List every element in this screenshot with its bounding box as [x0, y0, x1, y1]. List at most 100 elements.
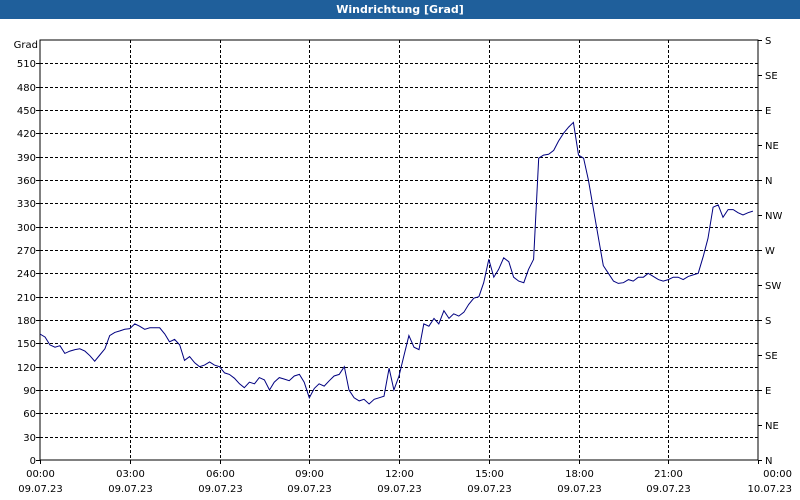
- data-points: [39, 121, 754, 405]
- data-point: [278, 376, 280, 378]
- data-point: [208, 361, 210, 363]
- y-tick-label: 120: [17, 363, 36, 374]
- data-point: [373, 398, 375, 400]
- data-point: [672, 276, 674, 278]
- data-point: [159, 327, 161, 329]
- data-point: [203, 364, 205, 366]
- data-point: [343, 366, 345, 368]
- y-tick-label: 180: [17, 316, 36, 327]
- data-point: [677, 276, 679, 278]
- x-tick-time: 15:00: [475, 469, 504, 480]
- data-point: [129, 327, 131, 329]
- data-point: [752, 210, 754, 212]
- data-point: [173, 338, 175, 340]
- data-point: [622, 282, 624, 284]
- x-tick-time: 12:00: [385, 469, 414, 480]
- data-point: [547, 153, 549, 155]
- data-point: [557, 140, 559, 142]
- data-point: [303, 381, 305, 383]
- data-point: [308, 397, 310, 399]
- data-point: [428, 325, 430, 327]
- y-tick-label: 270: [17, 246, 36, 257]
- data-point: [727, 208, 729, 210]
- x-tick-time: 00:00: [26, 469, 55, 480]
- data-point: [642, 276, 644, 278]
- data-point: [288, 380, 290, 382]
- data-point: [338, 373, 340, 375]
- data-point: [637, 276, 639, 278]
- data-point: [493, 276, 495, 278]
- data-point: [99, 354, 101, 356]
- data-point: [468, 303, 470, 305]
- data-point: [418, 348, 420, 350]
- data-point: [114, 331, 116, 333]
- data-point: [348, 389, 350, 391]
- data-point: [542, 154, 544, 156]
- x-axis: 00:00 09.07.23 03:00 09.07.23 06:00 09.07.23 0…: [18, 460, 792, 495]
- data-point: [523, 282, 525, 284]
- chart-title: Windrichtung [Grad]: [0, 0, 800, 19]
- data-point: [732, 208, 734, 210]
- data-point: [398, 375, 400, 377]
- data-point: [682, 278, 684, 280]
- y-axis-label: Grad: [14, 40, 38, 51]
- data-point: [44, 336, 46, 338]
- data-point: [717, 204, 719, 206]
- data-point: [144, 328, 146, 330]
- data-point: [702, 255, 704, 257]
- data-point: [448, 317, 450, 319]
- data-point: [572, 121, 574, 123]
- data-point: [597, 237, 599, 239]
- y-tick-label: 450: [17, 106, 36, 117]
- y-tick-label: 300: [17, 223, 36, 234]
- data-point: [408, 334, 410, 336]
- data-point: [393, 389, 395, 391]
- x-tick-time: 00:00: [763, 469, 792, 480]
- data-point: [293, 375, 295, 377]
- data-point: [383, 395, 385, 397]
- y-tick-label: 210: [17, 293, 36, 304]
- data-point: [248, 381, 250, 383]
- data-point: [69, 350, 71, 352]
- data-point: [423, 323, 425, 325]
- right-tick-label: E: [765, 106, 771, 117]
- data-point: [647, 272, 649, 274]
- data-point: [258, 376, 260, 378]
- x-tick-date: 09.07.23: [18, 484, 63, 495]
- data-point: [243, 387, 245, 389]
- right-tick-label: W: [765, 246, 775, 257]
- data-point: [737, 212, 739, 214]
- data-point: [124, 328, 126, 330]
- data-point: [612, 280, 614, 282]
- y-tick-label: 150: [17, 339, 36, 350]
- x-tick-time: 03:00: [116, 469, 145, 480]
- data-point: [508, 261, 510, 263]
- data-point: [353, 397, 355, 399]
- x-tick-date: 09.07.23: [557, 484, 602, 495]
- data-point: [283, 378, 285, 380]
- data-point: [413, 346, 415, 348]
- right-tick-label: N: [765, 456, 772, 467]
- data-point: [602, 264, 604, 266]
- x-tick-date: 10.07.23: [747, 484, 792, 495]
- data-point: [592, 208, 594, 210]
- data-point: [119, 330, 121, 332]
- data-point: [722, 216, 724, 218]
- y-tick-label: 360: [17, 176, 36, 187]
- data-point: [183, 359, 185, 361]
- y-tick-label: 30: [23, 433, 36, 444]
- y-tick-label: 240: [17, 269, 36, 280]
- grid-lines: [40, 40, 758, 460]
- data-point: [179, 344, 181, 346]
- data-point: [168, 341, 170, 343]
- data-point: [438, 323, 440, 325]
- data-point: [497, 268, 499, 270]
- data-point: [433, 317, 435, 319]
- data-point: [298, 373, 300, 375]
- data-point: [198, 366, 200, 368]
- data-point: [39, 333, 41, 335]
- data-point: [138, 325, 140, 327]
- data-point: [149, 327, 151, 329]
- data-point: [194, 362, 196, 364]
- y-tick-label: 510: [17, 59, 36, 70]
